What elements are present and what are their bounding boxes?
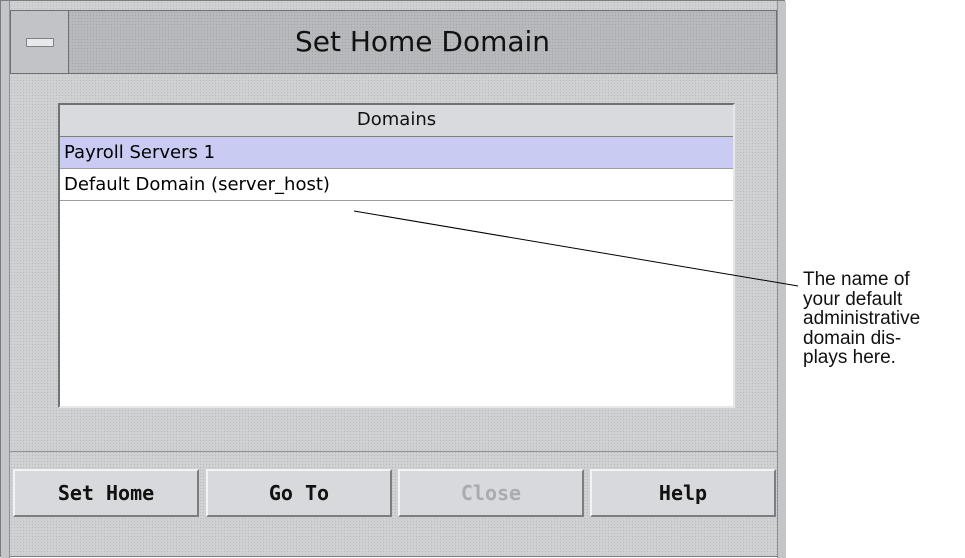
callout-line: plays here. (803, 347, 896, 368)
callout-line: domain dis- (803, 327, 902, 349)
callout-line: administrative (803, 308, 921, 329)
callout-note: The name of your default administrative … (803, 270, 963, 368)
callout-line: your default (803, 288, 903, 310)
callout-line: The name of (803, 269, 910, 290)
